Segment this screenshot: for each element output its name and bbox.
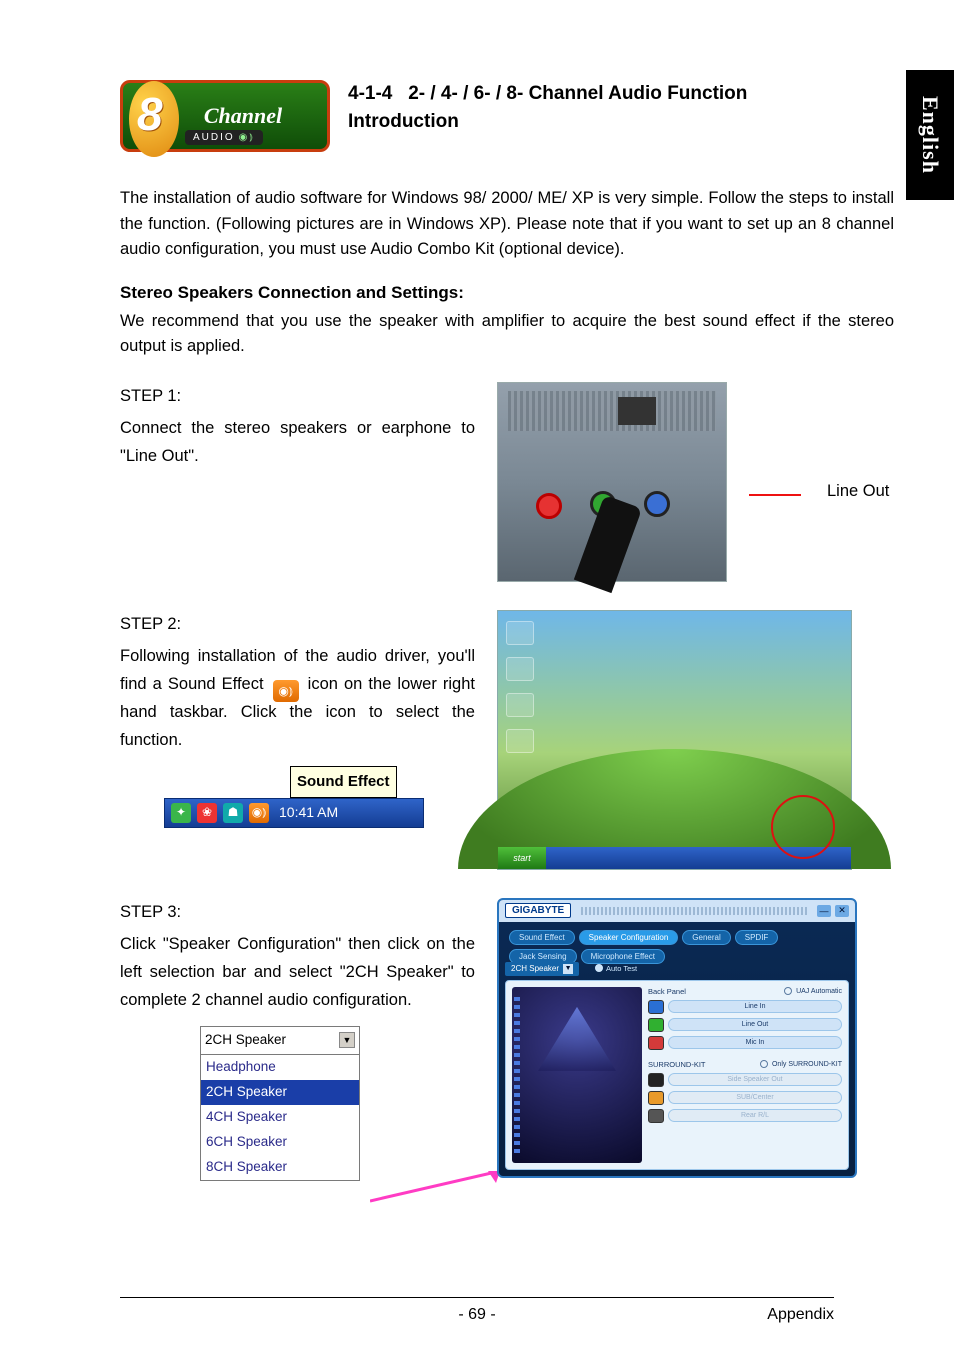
tray-sound-effect-icon[interactable]: ◉⦆ bbox=[249, 803, 269, 823]
step1-text: Connect the stereo speakers or earphone … bbox=[120, 414, 475, 470]
desktop-icon bbox=[506, 621, 534, 645]
dropdown-option[interactable]: 8CH Speaker bbox=[201, 1155, 359, 1180]
dropdown-option[interactable]: Headphone bbox=[201, 1055, 359, 1080]
only-surround-kit[interactable]: Only SURROUND-KIT bbox=[760, 1060, 842, 1068]
desktop-icon bbox=[506, 657, 534, 681]
highlight-circle-icon bbox=[771, 795, 835, 859]
sound-effect-tooltip: Sound Effect bbox=[290, 766, 397, 798]
taskbar-clock: 10:41 AM bbox=[279, 801, 338, 825]
step2-label: STEP 2: bbox=[120, 610, 475, 638]
eight-badge-icon bbox=[129, 81, 179, 157]
speaker-dropdown-screenshot: 2CH Speaker ▼ Headphone 2CH Speaker 4CH … bbox=[200, 1026, 360, 1181]
config-tabs: Sound Effect Speaker Configuration Gener… bbox=[499, 922, 855, 968]
footer-section: Appendix bbox=[767, 1306, 834, 1324]
jack-side-speaker-icon[interactable] bbox=[648, 1073, 664, 1087]
intro-paragraph: The installation of audio software for W… bbox=[120, 186, 894, 263]
taskbar-screenshot: Sound Effect ✦ ❀ ☗ ◉⦆ 10:41 AM bbox=[164, 766, 424, 828]
audio-badge: AUDIO ◉⦆ bbox=[185, 130, 263, 145]
sound-effect-icon: ◉⦆ bbox=[273, 680, 299, 702]
jack-line-in-icon[interactable] bbox=[648, 1000, 664, 1014]
jack-rear-icon[interactable] bbox=[648, 1109, 664, 1123]
step2-text: Following installation of the audio driv… bbox=[120, 642, 475, 754]
port-graphic bbox=[618, 397, 656, 425]
speaker-configuration-window: GIGABYTE — ✕ Sound Effect Speaker Config… bbox=[497, 898, 857, 1178]
rear-panel-photo bbox=[497, 382, 727, 582]
back-panel-label: Back Panel bbox=[648, 987, 686, 996]
dropdown-option[interactable]: 6CH Speaker bbox=[201, 1130, 359, 1155]
auto-test[interactable]: Auto Test bbox=[595, 964, 637, 973]
dropdown-selected[interactable]: 2CH Speaker ▼ bbox=[201, 1027, 359, 1055]
tray-icon-3: ☗ bbox=[223, 803, 243, 823]
jack-sub-center-icon[interactable] bbox=[648, 1091, 664, 1105]
step3-text: Click "Speaker Configuration" then click… bbox=[120, 930, 475, 1014]
tab-general[interactable]: General bbox=[682, 930, 730, 945]
play-icon bbox=[595, 964, 603, 972]
dropdown-option[interactable]: 2CH Speaker bbox=[201, 1080, 359, 1105]
step3-label: STEP 3: bbox=[120, 898, 475, 926]
jack-line-out-icon[interactable] bbox=[648, 1018, 664, 1032]
minimize-button[interactable]: — bbox=[817, 905, 831, 917]
sound-wave-icon: ◉⦆ bbox=[239, 132, 255, 143]
callout-line bbox=[749, 382, 805, 582]
cable-graphic bbox=[574, 495, 642, 593]
uaj-automatic[interactable]: UAJ Automatic bbox=[784, 987, 842, 995]
tab-spdif[interactable]: SPDIF bbox=[735, 930, 779, 945]
start-button[interactable]: start bbox=[498, 847, 546, 869]
windows-taskbar: ✦ ❀ ☗ ◉⦆ 10:41 AM bbox=[164, 798, 424, 828]
jack-mic-in-icon[interactable] bbox=[648, 1036, 664, 1050]
dropdown-list: Headphone 2CH Speaker 4CH Speaker 6CH Sp… bbox=[201, 1055, 359, 1180]
section-heading: 4-1-4 2- / 4- / 6- / 8- Channel Audio Fu… bbox=[348, 80, 747, 135]
language-tab-label: English bbox=[917, 96, 943, 174]
vent-graphic bbox=[508, 391, 716, 431]
jack-blue-icon bbox=[644, 491, 670, 517]
speaker-room-illustration bbox=[512, 987, 642, 1163]
tray-icon-2: ❀ bbox=[197, 803, 217, 823]
stereo-subheading: Stereo Speakers Connection and Settings: bbox=[120, 283, 894, 303]
jack-red-icon bbox=[536, 493, 562, 519]
footer-rule bbox=[120, 1297, 834, 1298]
surround-kit-label: SURROUND-KIT bbox=[648, 1060, 706, 1069]
titlebar-grip bbox=[581, 907, 807, 915]
equalizer-icon bbox=[514, 997, 520, 1153]
page-number: - 69 - bbox=[458, 1306, 495, 1324]
line-out-callout: Line Out bbox=[827, 382, 907, 501]
language-tab: English bbox=[906, 70, 954, 200]
chevron-down-icon[interactable]: ▼ bbox=[339, 1032, 355, 1048]
tab-sound-effect[interactable]: Sound Effect bbox=[509, 930, 575, 945]
channel-audio-logo: Channel AUDIO ◉⦆ bbox=[120, 80, 330, 152]
chevron-down-icon[interactable]: ▼ bbox=[563, 964, 573, 974]
tab-speaker-configuration[interactable]: Speaker Configuration bbox=[579, 930, 679, 945]
close-button[interactable]: ✕ bbox=[835, 905, 849, 917]
logo-text: Channel bbox=[204, 105, 282, 127]
desktop-icon bbox=[506, 693, 534, 717]
desktop-icon bbox=[506, 729, 534, 753]
tray-icon-1: ✦ bbox=[171, 803, 191, 823]
page-footer: - 69 - Appendix bbox=[120, 1306, 834, 1324]
step1-label: STEP 1: bbox=[120, 382, 475, 410]
tab-microphone-effect[interactable]: Microphone Effect bbox=[581, 949, 665, 964]
stereo-paragraph: We recommend that you use the speaker wi… bbox=[120, 309, 894, 360]
dropdown-option[interactable]: 4CH Speaker bbox=[201, 1105, 359, 1130]
gigabyte-brand: GIGABYTE bbox=[505, 903, 571, 918]
windows-desktop-screenshot: start bbox=[497, 610, 852, 870]
window-titlebar: GIGABYTE — ✕ bbox=[499, 900, 855, 922]
speaker-select[interactable]: 2CH Speaker ▼ bbox=[505, 962, 579, 976]
